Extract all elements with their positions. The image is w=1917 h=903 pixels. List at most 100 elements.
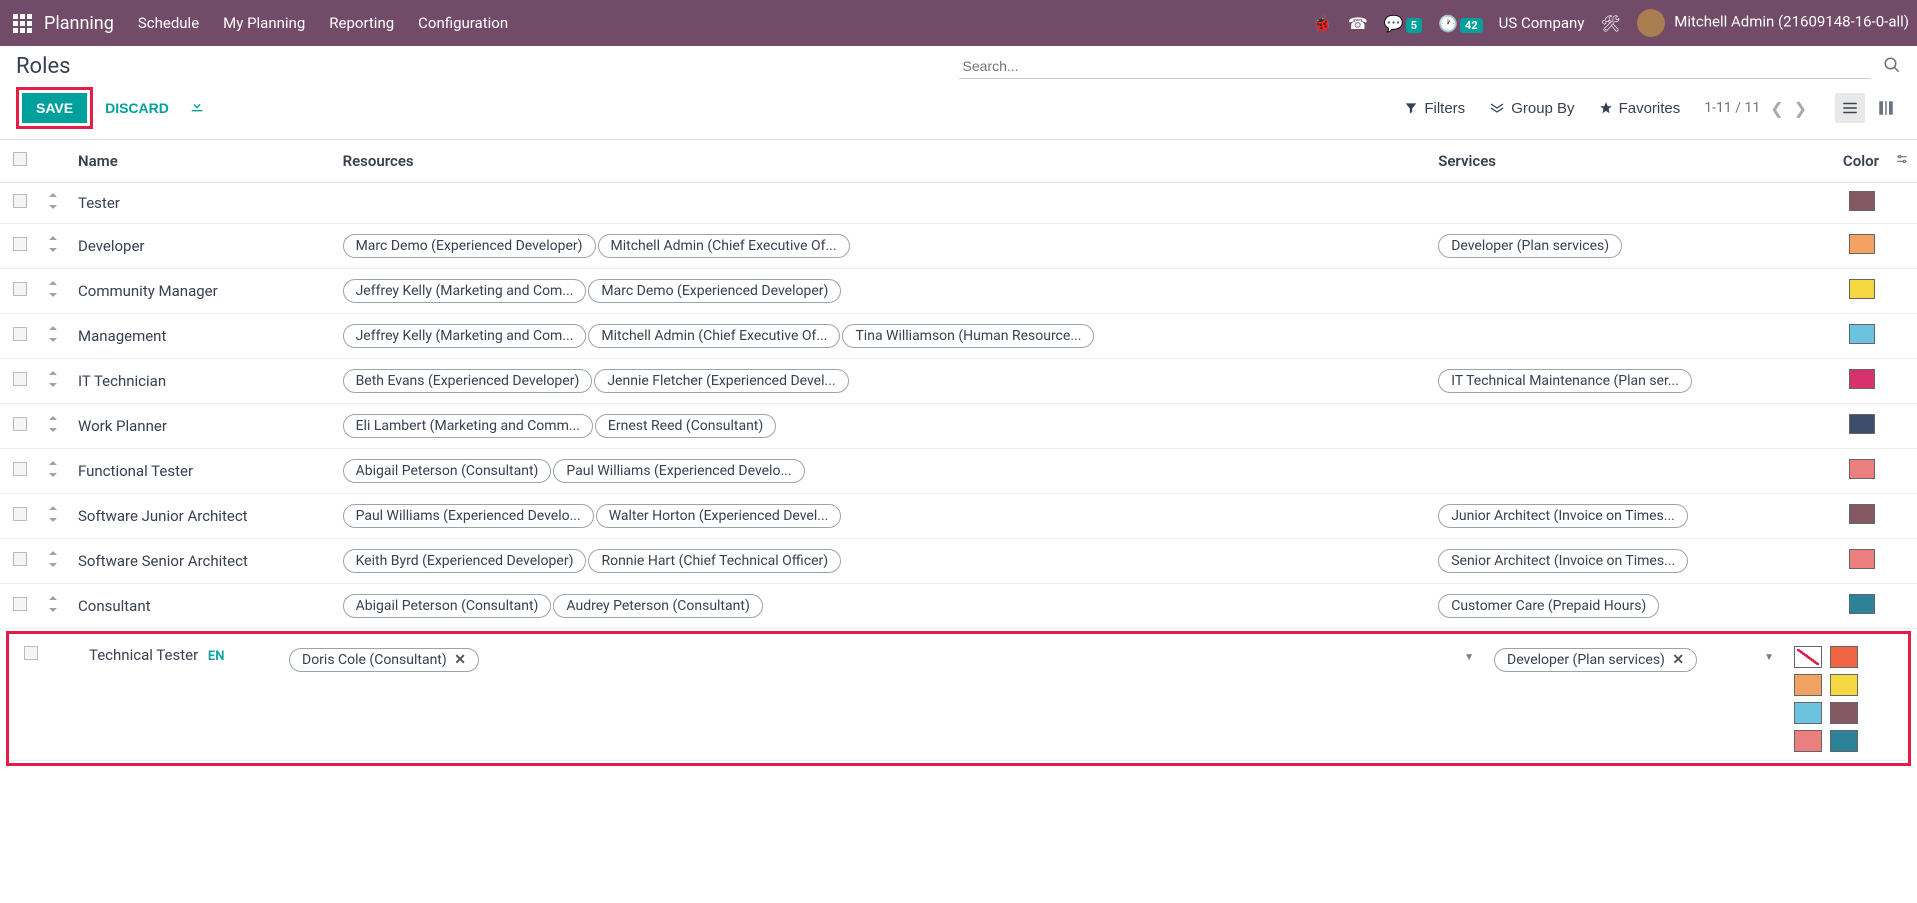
color-option[interactable]: [1794, 674, 1822, 696]
resource-tag[interactable]: Jeffrey Kelly (Marketing and Com...: [343, 324, 587, 348]
table-row[interactable]: IT TechnicianBeth Evans (Experienced Dev…: [0, 359, 1917, 404]
table-row[interactable]: Functional TesterAbigail Peterson (Consu…: [0, 449, 1917, 494]
resource-tag[interactable]: Marc Demo (Experienced Developer): [588, 279, 841, 303]
user-menu[interactable]: Mitchell Admin (21609148-16-0-all): [1637, 9, 1909, 37]
row-checkbox[interactable]: [13, 237, 27, 251]
role-name[interactable]: Community Manager: [70, 269, 335, 314]
color-option[interactable]: [1794, 730, 1822, 752]
services-cell[interactable]: [1430, 404, 1817, 449]
search-input[interactable]: [959, 54, 1872, 79]
resource-tag[interactable]: Walter Horton (Experienced Devel...: [596, 504, 842, 528]
services-cell[interactable]: [1430, 449, 1817, 494]
role-name[interactable]: Functional Tester: [70, 449, 335, 494]
resource-tag[interactable]: Mitchell Admin (Chief Executive Of...: [598, 234, 850, 258]
drag-handle-icon[interactable]: [40, 314, 70, 359]
dropdown-toggle-icon[interactable]: ▼: [1764, 652, 1774, 663]
table-row[interactable]: Community ManagerJeffrey Kelly (Marketin…: [0, 269, 1917, 314]
role-name[interactable]: Software Junior Architect: [70, 494, 335, 539]
color-swatch[interactable]: [1849, 594, 1875, 614]
resource-tag[interactable]: Mitchell Admin (Chief Executive Of...: [588, 324, 840, 348]
pager-prev-icon[interactable]: ❮: [1770, 99, 1783, 118]
color-swatch[interactable]: [1849, 504, 1875, 524]
services-cell[interactable]: Developer (Plan services): [1430, 224, 1817, 269]
column-name[interactable]: Name: [70, 140, 335, 183]
resource-tag[interactable]: Keith Byrd (Experienced Developer): [343, 549, 587, 573]
kanban-view-button[interactable]: [1871, 93, 1901, 123]
row-checkbox[interactable]: [13, 552, 27, 566]
service-tag[interactable]: Senior Architect (Invoice on Times...: [1438, 549, 1688, 573]
role-name[interactable]: IT Technician: [70, 359, 335, 404]
table-row[interactable]: ManagementJeffrey Kelly (Marketing and C…: [0, 314, 1917, 359]
service-tag[interactable]: Developer (Plan services) ✕: [1494, 648, 1697, 672]
row-checkbox[interactable]: [13, 282, 27, 296]
resource-tag[interactable]: Abigail Peterson (Consultant): [343, 594, 552, 618]
role-name[interactable]: Work Planner: [70, 404, 335, 449]
row-checkbox[interactable]: [13, 507, 27, 521]
favorites-button[interactable]: Favorites: [1599, 100, 1681, 117]
table-row-editing[interactable]: Technical Tester EN Doris Cole (Consulta…: [11, 636, 1906, 761]
resource-tag[interactable]: Marc Demo (Experienced Developer): [343, 234, 596, 258]
remove-tag-icon[interactable]: ✕: [1672, 652, 1684, 668]
color-swatch[interactable]: [1849, 549, 1875, 569]
filters-button[interactable]: Filters: [1404, 100, 1465, 117]
color-picker[interactable]: [1794, 646, 1864, 752]
resource-tag[interactable]: Ernest Reed (Consultant): [595, 414, 776, 438]
resources-cell[interactable]: Abigail Peterson (Consultant)Paul Willia…: [335, 449, 1431, 494]
resource-tag[interactable]: Doris Cole (Consultant) ✕: [289, 648, 479, 672]
row-checkbox[interactable]: [13, 417, 27, 431]
services-cell[interactable]: Customer Care (Prepaid Hours): [1430, 584, 1817, 629]
color-option[interactable]: [1794, 702, 1822, 724]
services-cell[interactable]: Junior Architect (Invoice on Times...: [1430, 494, 1817, 539]
row-checkbox[interactable]: [13, 194, 27, 208]
drag-handle-icon[interactable]: [40, 449, 70, 494]
support-icon[interactable]: ☎: [1348, 14, 1368, 33]
color-swatch[interactable]: [1849, 191, 1875, 211]
drag-handle-icon[interactable]: [40, 584, 70, 629]
resource-tag[interactable]: Beth Evans (Experienced Developer): [343, 369, 593, 393]
tools-icon[interactable]: 🛠: [1600, 14, 1620, 33]
resources-cell[interactable]: Marc Demo (Experienced Developer)Mitchel…: [335, 224, 1431, 269]
services-cell[interactable]: IT Technical Maintenance (Plan ser...: [1430, 359, 1817, 404]
resources-cell[interactable]: Paul Williams (Experienced Develo...Walt…: [335, 494, 1431, 539]
resources-cell[interactable]: Beth Evans (Experienced Developer)Jennie…: [335, 359, 1431, 404]
color-option[interactable]: [1794, 646, 1822, 668]
resource-tag[interactable]: Abigail Peterson (Consultant): [343, 459, 552, 483]
activities-icon[interactable]: 🕐42: [1438, 14, 1483, 33]
resources-cell[interactable]: Keith Byrd (Experienced Developer)Ronnie…: [335, 539, 1431, 584]
color-option[interactable]: [1830, 674, 1858, 696]
service-tag[interactable]: Junior Architect (Invoice on Times...: [1438, 504, 1688, 528]
row-checkbox[interactable]: [24, 646, 38, 660]
nav-reporting[interactable]: Reporting: [329, 14, 394, 32]
resource-tag[interactable]: Jennie Fletcher (Experienced Devel...: [594, 369, 848, 393]
pager-value[interactable]: 1-11 / 11: [1704, 100, 1760, 116]
row-checkbox[interactable]: [13, 372, 27, 386]
column-services[interactable]: Services: [1430, 140, 1817, 183]
table-row[interactable]: Software Junior ArchitectPaul Williams (…: [0, 494, 1917, 539]
service-tag[interactable]: IT Technical Maintenance (Plan ser...: [1438, 369, 1692, 393]
company-switcher[interactable]: US Company: [1499, 14, 1585, 32]
table-row[interactable]: Tester: [0, 183, 1917, 224]
remove-tag-icon[interactable]: ✕: [454, 652, 466, 668]
table-row[interactable]: Software Senior ArchitectKeith Byrd (Exp…: [0, 539, 1917, 584]
pager-next-icon[interactable]: ❯: [1794, 99, 1807, 118]
select-all-checkbox[interactable]: [13, 152, 27, 166]
drag-handle-icon[interactable]: [40, 539, 70, 584]
messages-icon[interactable]: 💬5: [1384, 14, 1422, 33]
resource-tag[interactable]: Audrey Peterson (Consultant): [553, 594, 762, 618]
resources-cell[interactable]: [335, 183, 1431, 224]
lang-badge[interactable]: EN: [208, 649, 225, 664]
service-tag[interactable]: Customer Care (Prepaid Hours): [1438, 594, 1659, 618]
service-tag[interactable]: Developer (Plan services): [1438, 234, 1622, 258]
resources-cell[interactable]: Eli Lambert (Marketing and Comm...Ernest…: [335, 404, 1431, 449]
name-input[interactable]: Technical Tester: [89, 646, 198, 664]
app-title[interactable]: Planning: [44, 13, 114, 34]
table-row[interactable]: DeveloperMarc Demo (Experienced Develope…: [0, 224, 1917, 269]
resources-input[interactable]: Doris Cole (Consultant) ✕ ▼: [289, 646, 1478, 674]
color-swatch[interactable]: [1849, 414, 1875, 434]
column-resources[interactable]: Resources: [335, 140, 1431, 183]
role-name[interactable]: Software Senior Architect: [70, 539, 335, 584]
dropdown-toggle-icon[interactable]: ▼: [1464, 652, 1474, 663]
nav-schedule[interactable]: Schedule: [138, 14, 199, 32]
bug-icon[interactable]: 🐞: [1312, 14, 1332, 33]
drag-handle-icon[interactable]: [40, 359, 70, 404]
